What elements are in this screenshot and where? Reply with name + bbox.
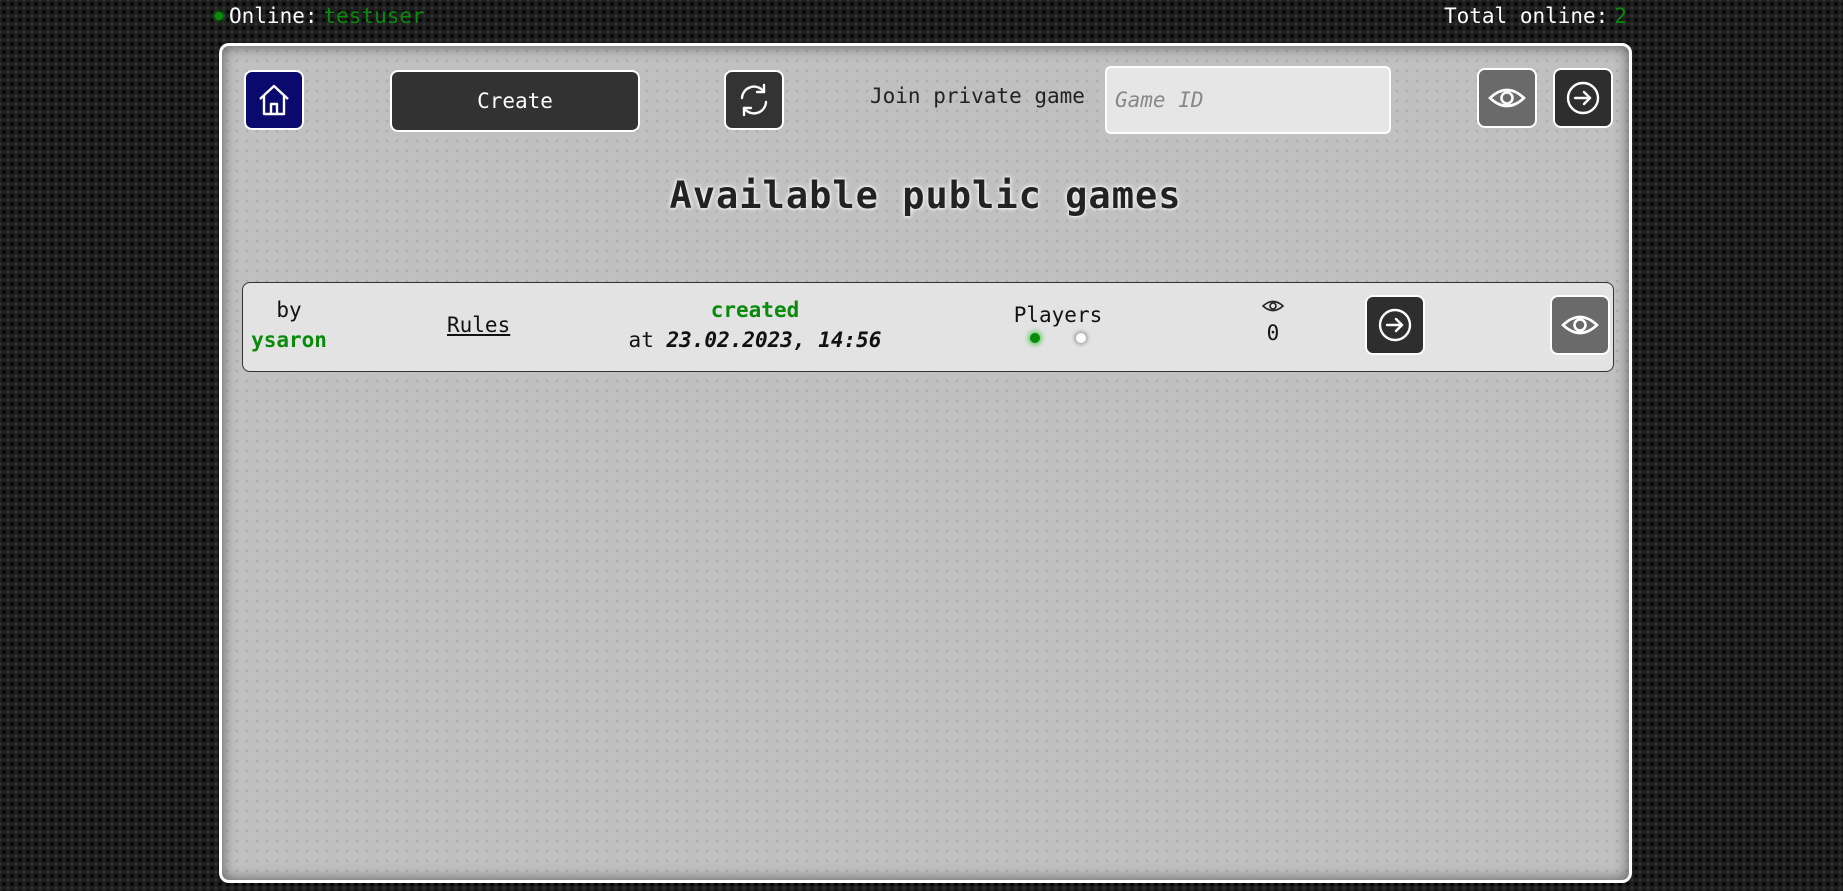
lobby-panel: Create Join private game Available publi… bbox=[219, 43, 1632, 883]
page-title: Available public games bbox=[669, 174, 1182, 217]
refresh-button[interactable] bbox=[724, 70, 784, 130]
total-online-count: 2 bbox=[1614, 4, 1627, 28]
home-icon bbox=[259, 84, 289, 116]
eye-icon bbox=[1561, 315, 1599, 335]
created-label: created bbox=[710, 298, 800, 322]
home-button[interactable] bbox=[244, 70, 304, 130]
game-author-block: by ysaron bbox=[249, 295, 329, 355]
player-slot-empty-icon bbox=[1076, 333, 1086, 343]
game-row: by ysaron Rules created at 23.02.2023, 1… bbox=[242, 282, 1614, 372]
at-label: at bbox=[628, 328, 654, 352]
online-status: Online: testuser bbox=[215, 4, 425, 28]
refresh-icon bbox=[740, 83, 768, 117]
online-indicator-icon bbox=[215, 12, 223, 20]
total-online: Total online: 2 bbox=[1444, 4, 1627, 28]
online-label: Online: bbox=[229, 4, 318, 28]
players-label: Players bbox=[1013, 303, 1103, 327]
created-block: created at 23.02.2023, 14:56 bbox=[605, 295, 905, 355]
join-game-button[interactable] bbox=[1365, 295, 1425, 355]
watch-private-button[interactable] bbox=[1477, 68, 1537, 128]
created-date: 23.02.2023, 14:56 bbox=[666, 328, 882, 352]
player-slots bbox=[1003, 333, 1113, 343]
create-game-button[interactable]: Create bbox=[390, 70, 640, 132]
spectator-count: 0 bbox=[1266, 321, 1280, 345]
eye-icon bbox=[1488, 88, 1526, 108]
arrow-right-circle-icon bbox=[1378, 308, 1412, 342]
game-author: ysaron bbox=[251, 328, 327, 352]
by-label: by bbox=[276, 298, 302, 322]
join-private-button[interactable] bbox=[1553, 68, 1613, 128]
join-private-label: Join private game bbox=[870, 84, 1085, 108]
watch-game-button[interactable] bbox=[1550, 295, 1610, 355]
created-time-line: at 23.02.2023, 14:56 bbox=[605, 325, 905, 355]
total-online-label: Total online: bbox=[1443, 4, 1609, 28]
spectators-block: 0 bbox=[1253, 297, 1293, 345]
rules-link[interactable]: Rules bbox=[447, 313, 510, 337]
arrow-right-circle-icon bbox=[1566, 81, 1600, 115]
players-block: Players bbox=[1003, 303, 1113, 343]
player-slot-filled-icon bbox=[1030, 333, 1040, 343]
eye-icon bbox=[1261, 300, 1285, 312]
current-username: testuser bbox=[323, 4, 425, 28]
game-id-input[interactable] bbox=[1105, 66, 1391, 134]
